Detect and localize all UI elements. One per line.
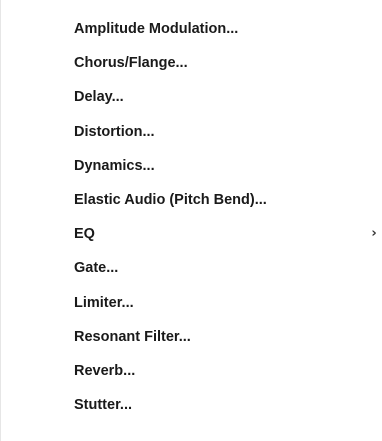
- menu-item-eq[interactable]: EQ ›: [1, 217, 382, 251]
- menu-item-delay[interactable]: Delay...: [1, 80, 382, 114]
- menu-item-label: Reverb...: [74, 362, 136, 379]
- menu-item-chorus-flange[interactable]: Chorus/Flange...: [1, 46, 382, 80]
- menu-item-label: Limiter...: [74, 294, 134, 311]
- menu-item-elastic-audio[interactable]: Elastic Audio (Pitch Bend)...: [1, 183, 382, 217]
- menu-item-label: EQ: [74, 226, 95, 243]
- menu-item-distortion[interactable]: Distortion...: [1, 115, 382, 149]
- menu-item-limiter[interactable]: Limiter...: [1, 286, 382, 320]
- menu-item-dynamics[interactable]: Dynamics...: [1, 149, 382, 183]
- menu-item-label: Distortion...: [74, 123, 155, 140]
- menu-item-reverb[interactable]: Reverb...: [1, 354, 382, 388]
- menu-item-label: Resonant Filter...: [74, 328, 191, 345]
- menu-item-label: Elastic Audio (Pitch Bend)...: [74, 191, 267, 208]
- menu-item-gate[interactable]: Gate...: [1, 251, 382, 285]
- chevron-right-icon: ›: [371, 226, 377, 242]
- menu-item-label: Stutter...: [74, 397, 133, 414]
- menu-item-label: Gate...: [74, 260, 119, 277]
- menu-item-label: Dynamics...: [74, 157, 155, 174]
- menu-item-label: Delay...: [74, 89, 124, 106]
- menu-item-resonant-filter[interactable]: Resonant Filter...: [1, 320, 382, 354]
- menu-item-amplitude-modulation[interactable]: Amplitude Modulation...: [1, 12, 382, 46]
- effects-context-menu: Amplitude Modulation... Chorus/Flange...…: [0, 0, 382, 441]
- menu-item-label: Amplitude Modulation...: [74, 21, 239, 37]
- menu-item-stutter[interactable]: Stutter...: [1, 388, 382, 422]
- menu-list: Amplitude Modulation... Chorus/Flange...…: [1, 12, 382, 422]
- menu-item-label: Chorus/Flange...: [74, 55, 188, 72]
